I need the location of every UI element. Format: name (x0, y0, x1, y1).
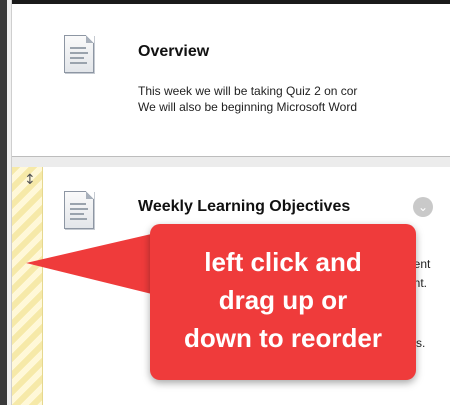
document-icon (64, 191, 94, 229)
chevron-down-icon[interactable]: ⌄ (413, 197, 433, 217)
overview-description-line-2: We will also be beginning Microsoft Word (138, 100, 357, 114)
annotation-callout-text: left click and drag up or down to reorde… (150, 243, 416, 357)
drag-handle[interactable] (12, 167, 43, 405)
vertical-resize-arrow-icon[interactable]: ↕ (24, 173, 36, 187)
objectives-title[interactable]: Weekly Learning Objectives (138, 198, 350, 216)
overview-description-line-1: This week we will be taking Quiz 2 on co… (138, 84, 358, 98)
callout-line-2: drag up or (218, 285, 348, 315)
callout-line-3: down to reorder (184, 323, 382, 353)
window-left-border (0, 0, 7, 405)
overview-title[interactable]: Overview (138, 43, 209, 61)
objectives-description-fragment-3: s. (416, 336, 426, 350)
callout-line-1: left click and (204, 247, 362, 277)
document-icon (64, 35, 94, 73)
